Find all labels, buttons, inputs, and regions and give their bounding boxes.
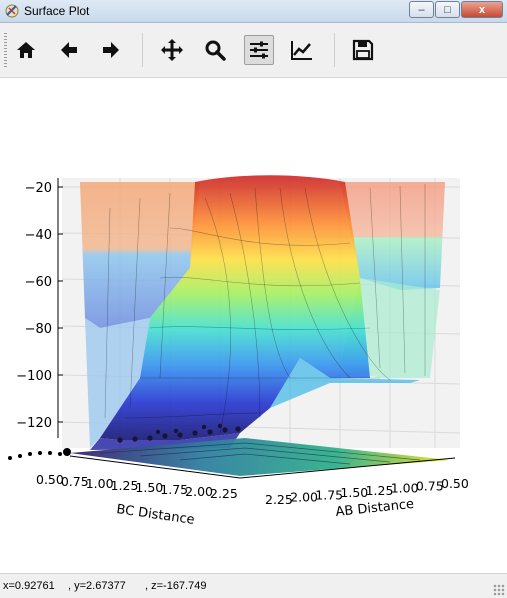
forward-button[interactable] [96,35,126,65]
z-tick-label: −120 [16,416,52,431]
status-y: , y=2.67377 [68,580,126,592]
toolbar [0,23,507,78]
z-tick-label: −60 [25,275,52,290]
title-bar: Surface Plot – □ x [0,0,507,23]
window-title: Surface Plot [24,4,90,18]
pan-button[interactable] [157,35,187,65]
status-z: , z=-167.749 [145,580,207,592]
ab-axis-label: AB Distance [335,497,415,520]
bc-axis-label: BC Distance [115,502,195,528]
back-button[interactable] [54,35,84,65]
ab-tick-label: 1.50 [340,485,368,500]
z-tick-label: −40 [25,228,52,243]
z-tick-label: −100 [16,369,52,384]
ab-tick-label: 2.00 [290,490,318,505]
ab-tick-label: 1.25 [366,483,394,498]
toolbar-separator [142,33,143,67]
status-x: x=0.92761 [3,580,55,592]
bc-tick-label: 0.50 [36,472,64,487]
z-axis-ticks: −20 −40 −60 −80 −100 −120 [16,181,63,431]
bc-tick-label: 2.25 [210,486,238,501]
arrow-left-icon [61,42,77,58]
ab-tick-label: 1.75 [315,487,343,502]
home-button[interactable] [11,35,41,65]
ab-tick-label: 0.50 [441,476,469,491]
close-button[interactable]: x [461,1,503,18]
bc-tick-label: 1.50 [135,480,163,495]
bc-axis-ticks: 0.500.751.001.251.501.752.002.25 [36,472,238,501]
toolbar-grip[interactable] [4,33,7,67]
edit-axes-button[interactable] [287,35,317,65]
move-icon [161,39,183,61]
line-chart-icon [291,41,312,60]
sliders-icon [250,41,268,59]
z-tick-label: −20 [25,181,52,196]
status-bar: x=0.92761 , y=2.67377 , z=-167.749 [0,573,507,598]
minimize-button[interactable]: – [409,1,434,18]
home-icon [17,42,35,58]
subplots-button[interactable] [244,35,274,65]
bc-tick-label: 1.25 [111,478,139,493]
bc-tick-label: 0.75 [61,474,89,489]
ab-tick-label: 2.25 [265,492,293,507]
floppy-disk-icon [352,39,374,61]
maximize-button[interactable]: □ [435,1,460,18]
bc-tick-label: 1.00 [86,476,114,491]
zoom-button[interactable] [200,35,230,65]
plot-canvas[interactable]: −20 −40 −60 −80 −100 −120 0.50 0.75 1.00 1.25 1.5… [0,78,507,573]
resize-grip[interactable] [493,584,505,596]
bc-tick-label: 2.00 [185,484,213,499]
arrow-right-icon [103,42,119,58]
app-icon [5,4,19,18]
surface-plot[interactable]: −20−40−60−80−100−120 0.500.751.001.251.5… [0,78,507,573]
bc-tick-label: 1.75 [160,482,188,497]
ab-tick-label: 1.00 [391,481,419,496]
ab-tick-label: 0.75 [416,478,444,493]
magnifier-icon [205,40,226,61]
save-button[interactable] [348,35,378,65]
z-tick-label: −80 [25,322,52,337]
toolbar-separator [334,33,335,67]
